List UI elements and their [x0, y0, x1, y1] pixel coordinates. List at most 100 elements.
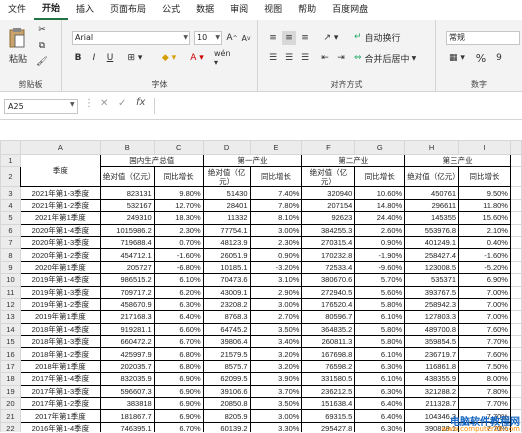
value-cell[interactable]: 6.10%	[354, 372, 406, 386]
value-cell[interactable]: 258942.3	[404, 297, 460, 312]
value-cell[interactable]: 167698.8	[301, 347, 356, 361]
value-cell[interactable]: 8575.7	[202, 359, 251, 374]
empty-cell[interactable]	[509, 397, 522, 411]
quarter-cell[interactable]: 2019年第1季度	[19, 310, 101, 324]
value-cell[interactable]: 51430	[202, 186, 251, 200]
row-header[interactable]: 15	[0, 335, 21, 349]
row-header[interactable]: 8	[0, 248, 21, 262]
merge-center-button[interactable]: ⇔ 合并后居中 ▼	[354, 50, 434, 66]
value-cell[interactable]: 3.20%	[249, 347, 303, 361]
col-header-g[interactable]: G	[354, 140, 406, 155]
quarter-cell[interactable]: 2017年第1-4季度	[19, 372, 101, 386]
row-header[interactable]: 7	[0, 235, 21, 250]
value-cell[interactable]: 719688.4	[99, 235, 155, 250]
value-cell[interactable]: 236212.5	[301, 384, 356, 399]
accounting-icon[interactable]: ▦ ▾	[446, 51, 468, 65]
value-cell[interactable]: 3.50%	[249, 322, 303, 337]
value-cell[interactable]: -1.90%	[354, 248, 406, 262]
value-cell[interactable]: 249310	[99, 211, 155, 225]
value-cell[interactable]: 69315.5	[301, 409, 356, 423]
paste-label[interactable]: 粘贴	[4, 52, 32, 65]
row-header[interactable]: 14	[0, 322, 21, 337]
value-cell[interactable]: 2.30%	[249, 235, 303, 250]
value-cell[interactable]: 1015986.2	[99, 223, 155, 237]
value-cell[interactable]: 5.80%	[354, 297, 406, 312]
value-cell[interactable]: 458670.9	[99, 297, 155, 312]
value-cell[interactable]: 70473.6	[202, 273, 251, 287]
value-cell[interactable]: 296611	[404, 198, 460, 213]
menu-insert[interactable]: 插入	[68, 0, 102, 20]
value-cell[interactable]: 6.10%	[354, 347, 406, 361]
value-cell[interactable]: 258427.4	[404, 248, 460, 262]
value-cell[interactable]: 176520.4	[301, 297, 356, 312]
col-header-i[interactable]: I	[458, 140, 511, 155]
value-cell[interactable]: 6.40%	[354, 397, 406, 411]
value-cell[interactable]: 823131	[99, 186, 155, 200]
quarter-header[interactable]: 季度	[19, 153, 101, 188]
value-cell[interactable]: 7.00%	[458, 297, 511, 312]
value-cell[interactable]: 6.40%	[153, 310, 204, 324]
menu-file[interactable]: 文件	[0, 0, 34, 20]
secondary-yoy-header[interactable]: 同比增长	[354, 166, 406, 188]
font-color-icon[interactable]: A ▾	[186, 51, 208, 65]
select-all-corner[interactable]	[0, 140, 21, 155]
value-cell[interactable]: 116861.8	[404, 359, 460, 374]
value-cell[interactable]: 5.80%	[354, 322, 406, 337]
value-cell[interactable]: 2.60%	[354, 223, 406, 237]
value-cell[interactable]: 272940.5	[301, 285, 356, 299]
font-name-select[interactable]: Arial ▼	[72, 31, 190, 45]
value-cell[interactable]: 6.80%	[153, 359, 204, 374]
value-cell[interactable]: 6.90%	[458, 273, 511, 287]
quarter-cell[interactable]: 2018年第1-3季度	[19, 335, 101, 349]
quarter-cell[interactable]: 2020年第1-3季度	[19, 235, 101, 250]
value-cell[interactable]: 2.30%	[153, 223, 204, 237]
quarter-cell[interactable]: 2016年第1-4季度	[19, 421, 101, 432]
value-cell[interactable]: 2.70%	[249, 310, 303, 324]
font-size-select[interactable]: 10 ▼	[194, 31, 222, 45]
value-cell[interactable]: 76598.2	[301, 359, 356, 374]
value-cell[interactable]: 3.70%	[249, 384, 303, 399]
value-cell[interactable]: 553976.8	[404, 223, 460, 237]
wrap-text-button[interactable]: ↵ 自动换行	[354, 29, 430, 45]
value-cell[interactable]: 8.00%	[458, 372, 511, 386]
primary-abs-header[interactable]: 绝对值（亿元）	[202, 166, 251, 188]
value-cell[interactable]: 7.00%	[458, 310, 511, 324]
value-cell[interactable]: 3.00%	[249, 297, 303, 312]
value-cell[interactable]: 393767.5	[404, 285, 460, 299]
value-cell[interactable]: -3.20%	[249, 260, 303, 275]
secondary-abs-header[interactable]: 绝对值（亿元）	[301, 166, 356, 188]
value-cell[interactable]: 3.30%	[249, 421, 303, 432]
menu-data[interactable]: 数据	[188, 0, 222, 20]
value-cell[interactable]: 986515.2	[99, 273, 155, 287]
quarter-cell[interactable]: 2018年第1-4季度	[19, 322, 101, 337]
value-cell[interactable]: 364835.2	[301, 322, 356, 337]
menu-formulas[interactable]: 公式	[154, 0, 188, 20]
value-cell[interactable]: 6.30%	[153, 297, 204, 312]
col-header-b[interactable]: B	[99, 140, 155, 155]
menu-home[interactable]: 开始	[34, 1, 69, 20]
value-cell[interactable]: 331580.5	[301, 372, 356, 386]
row-header[interactable]: 22	[0, 421, 21, 432]
value-cell[interactable]: 6.90%	[153, 372, 204, 386]
value-cell[interactable]: 0.70%	[153, 235, 204, 250]
col-header-j[interactable]	[509, 140, 522, 155]
value-cell[interactable]: 9.50%	[458, 186, 511, 200]
row-header[interactable]: 19	[0, 384, 21, 399]
number-format-select[interactable]: 常规	[446, 31, 520, 45]
value-cell[interactable]: 438355.9	[404, 372, 460, 386]
increase-indent-icon[interactable]: ⇥	[334, 51, 348, 65]
align-middle-icon[interactable]: ≡	[282, 31, 296, 45]
value-cell[interactable]: -6.80%	[153, 260, 204, 275]
value-cell[interactable]: 205727	[99, 260, 155, 275]
increase-font-icon[interactable]: A ^	[226, 31, 238, 45]
value-cell[interactable]: 170232.8	[301, 248, 356, 262]
value-cell[interactable]: 77754.1	[202, 223, 251, 237]
value-cell[interactable]: 15.60%	[458, 211, 511, 225]
col-header-h[interactable]: H	[404, 140, 460, 155]
col-header-d[interactable]: D	[202, 140, 251, 155]
value-cell[interactable]: 9.80%	[153, 186, 204, 200]
value-cell[interactable]: 3.00%	[249, 223, 303, 237]
align-left-icon[interactable]: ☰	[266, 51, 280, 65]
empty-cell[interactable]	[509, 273, 522, 287]
value-cell[interactable]: 384255.3	[301, 223, 356, 237]
